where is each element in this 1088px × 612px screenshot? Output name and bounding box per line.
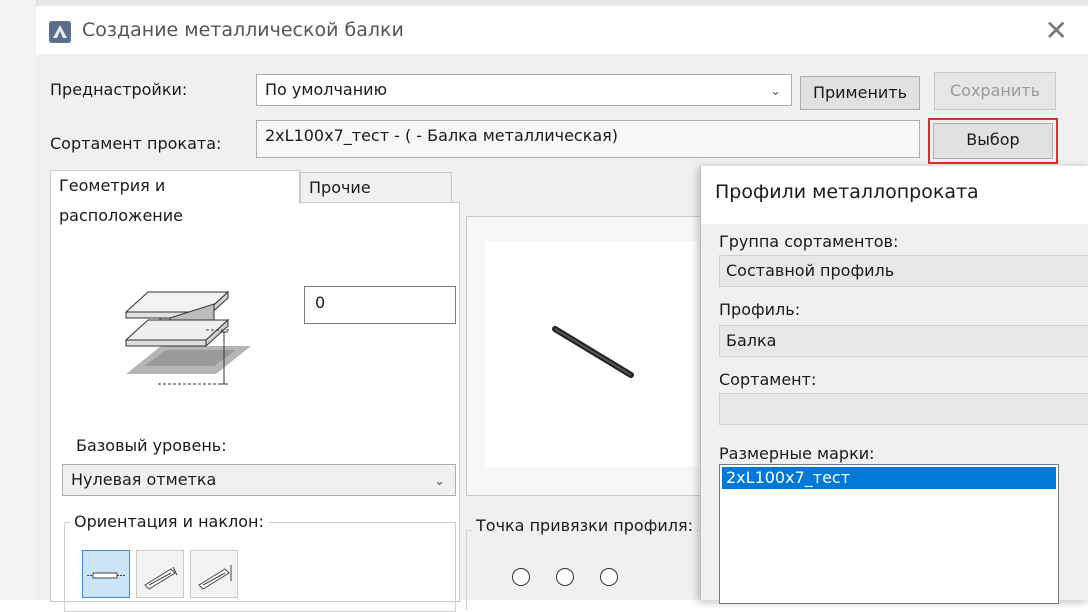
group-label: Группа сортаментов: (719, 232, 899, 251)
marks-list[interactable]: 2xL100x7_тест (719, 464, 1059, 604)
base-level-select[interactable]: Нулевая отметка ⌄ (62, 464, 456, 496)
group-field[interactable]: Составной профиль (719, 255, 1088, 287)
anchor-radio-center[interactable] (556, 568, 574, 586)
chevron-down-icon: ⌄ (770, 84, 781, 99)
anchor-radio-left[interactable] (512, 568, 530, 586)
title-bar: Создание металлической балки ✕ (36, 6, 1088, 54)
assortment-label: Сортамент проката: (50, 134, 222, 153)
offset-input[interactable]: 0 (304, 286, 456, 324)
presets-value: По умолчанию (265, 80, 388, 99)
app-logo-icon (49, 21, 71, 43)
anchor-radio-right[interactable] (600, 568, 618, 586)
presets-select[interactable]: По умолчанию ⌄ (256, 74, 792, 106)
select-button[interactable]: Выбор (933, 123, 1053, 159)
beam-preview-icon (552, 326, 634, 378)
orientation-label: Ориентация и наклон: (70, 512, 268, 531)
profile-field[interactable]: Балка (719, 325, 1088, 357)
list-item[interactable]: 2xL100x7_тест (722, 467, 1056, 489)
presets-label: Преднастройки: (50, 80, 188, 99)
close-icon[interactable]: ✕ (1045, 14, 1068, 47)
chevron-down-icon: ⌄ (434, 474, 445, 489)
profile-label: Профиль: (719, 300, 801, 319)
profiles-popup: Профили металлопроката Группа сортаменто… (700, 166, 1088, 604)
assortment-popup-field[interactable] (719, 393, 1088, 425)
beam-tilted-icon (144, 566, 178, 590)
save-button[interactable]: Сохранить (934, 72, 1056, 110)
marks-label: Размерные марки: (719, 444, 875, 463)
base-level-label: Базовый уровень: (76, 436, 227, 455)
beam-horizontal-icon (87, 572, 125, 579)
apply-button[interactable]: Применить (800, 76, 920, 110)
tab-geometry[interactable]: Геометрия и расположение (50, 170, 300, 225)
base-level-value: Нулевая отметка (71, 470, 217, 489)
orientation-tilted-button[interactable] (136, 550, 184, 598)
orientation-slope-button[interactable] (190, 550, 238, 598)
popup-title: Профили металлопроката (715, 181, 979, 203)
beam-slope-icon (198, 565, 232, 590)
preview-canvas (485, 241, 699, 467)
orientation-horizontal-button[interactable] (82, 550, 130, 598)
beam-offset-icon (124, 290, 251, 385)
left-window-edge (0, 0, 37, 600)
assortment-popup-label: Сортамент: (719, 370, 817, 389)
popup-header: Профили металлопроката (701, 166, 1088, 224)
window-title: Создание металлической балки (82, 19, 404, 41)
assortment-field: 2xL100x7_тест - ( - Балка металлическая) (256, 120, 920, 158)
anchor-label: Точка привязки профиля: (472, 516, 698, 535)
profile-preview (466, 216, 706, 496)
